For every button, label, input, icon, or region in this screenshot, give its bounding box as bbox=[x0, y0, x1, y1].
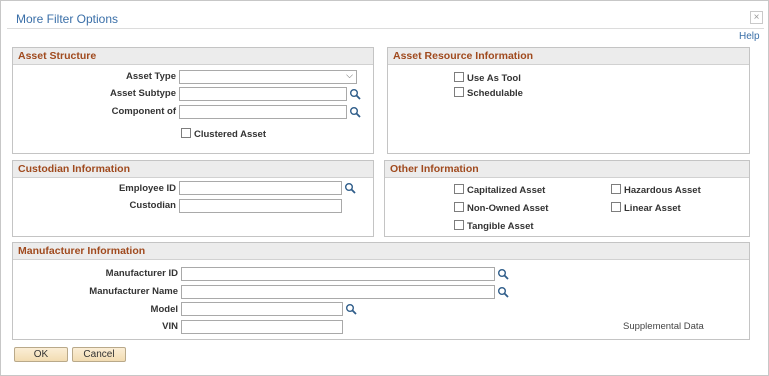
close-icon[interactable]: × bbox=[750, 11, 763, 24]
asset-subtype-input[interactable] bbox=[179, 87, 347, 101]
more-filter-options-dialog: More Filter Options × Help Asset Structu… bbox=[0, 0, 769, 376]
custodian-label: Custodian bbox=[129, 200, 176, 211]
employee-id-input[interactable] bbox=[179, 181, 342, 195]
component-of-label: Component of bbox=[111, 106, 176, 117]
non-owned-asset-checkbox[interactable] bbox=[454, 202, 464, 212]
manufacturer-name-input[interactable] bbox=[181, 285, 495, 299]
clustered-asset-checkbox[interactable] bbox=[181, 128, 191, 138]
manufacturer-name-label: Manufacturer Name bbox=[89, 286, 178, 297]
asset-resource-header: Asset Resource Information bbox=[388, 48, 749, 65]
linear-asset-label: Linear Asset bbox=[624, 203, 681, 214]
other-information-section: Other Information bbox=[384, 160, 750, 237]
asset-structure-header: Asset Structure bbox=[13, 48, 373, 65]
hazardous-asset-checkbox[interactable] bbox=[611, 184, 621, 194]
model-input[interactable] bbox=[181, 302, 343, 316]
schedulable-label: Schedulable bbox=[467, 88, 523, 99]
tangible-asset-checkbox[interactable] bbox=[454, 220, 464, 230]
manufacturer-id-label: Manufacturer ID bbox=[105, 268, 178, 279]
vin-label: VIN bbox=[162, 321, 178, 332]
search-icon[interactable] bbox=[497, 286, 509, 298]
manufacturer-id-input[interactable] bbox=[181, 267, 495, 281]
linear-asset-checkbox[interactable] bbox=[611, 202, 621, 212]
use-as-tool-checkbox[interactable] bbox=[454, 72, 464, 82]
search-icon[interactable] bbox=[497, 268, 509, 280]
clustered-asset-label: Clustered Asset bbox=[194, 129, 266, 140]
capitalized-asset-label: Capitalized Asset bbox=[467, 185, 546, 196]
non-owned-asset-label: Non-Owned Asset bbox=[467, 203, 549, 214]
vin-input[interactable] bbox=[181, 320, 343, 334]
manufacturer-header: Manufacturer Information bbox=[13, 243, 749, 260]
tangible-asset-label: Tangible Asset bbox=[467, 221, 534, 232]
employee-id-label: Employee ID bbox=[118, 183, 176, 194]
search-icon[interactable] bbox=[344, 182, 356, 194]
search-icon[interactable] bbox=[345, 303, 357, 315]
ok-button[interactable]: OK bbox=[14, 347, 68, 362]
use-as-tool-label: Use As Tool bbox=[467, 73, 521, 84]
other-information-header: Other Information bbox=[385, 161, 749, 178]
custodian-header: Custodian Information bbox=[13, 161, 373, 178]
search-icon[interactable] bbox=[349, 88, 361, 100]
cancel-button[interactable]: Cancel bbox=[72, 347, 126, 362]
asset-type-label: Asset Type bbox=[126, 71, 176, 82]
dialog-title: More Filter Options bbox=[16, 12, 119, 26]
title-divider bbox=[7, 28, 764, 29]
capitalized-asset-checkbox[interactable] bbox=[454, 184, 464, 194]
asset-type-select[interactable]: ⌵ bbox=[179, 70, 357, 84]
hazardous-asset-label: Hazardous Asset bbox=[624, 185, 701, 196]
asset-subtype-label: Asset Subtype bbox=[110, 88, 176, 99]
component-of-input[interactable] bbox=[179, 105, 347, 119]
schedulable-checkbox[interactable] bbox=[454, 87, 464, 97]
help-link[interactable]: Help bbox=[739, 31, 760, 42]
search-icon[interactable] bbox=[349, 106, 361, 118]
asset-resource-section: Asset Resource Information bbox=[387, 47, 750, 154]
custodian-input[interactable] bbox=[179, 199, 342, 213]
model-label: Model bbox=[150, 304, 178, 315]
supplemental-data-text: Supplemental Data bbox=[623, 321, 704, 332]
chevron-down-icon: ⌵ bbox=[346, 70, 353, 80]
